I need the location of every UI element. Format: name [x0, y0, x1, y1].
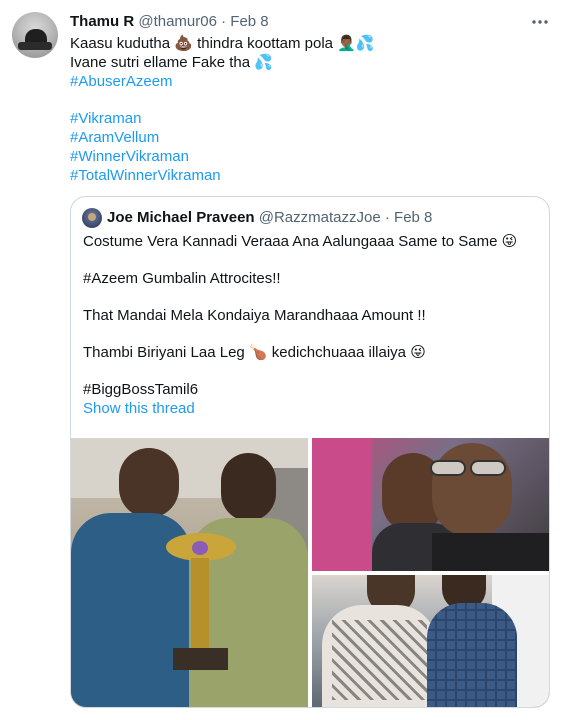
photo-group[interactable] — [312, 575, 549, 707]
tweet-line: Kaasu kudutha 💩 thindra koottam pola 🤦🏾‍… — [70, 35, 375, 52]
tweet-text: Kaasu kudutha 💩 thindra koottam pola 🤦🏾‍… — [70, 34, 550, 185]
tweet-date[interactable]: Feb 8 — [230, 13, 268, 30]
tweet-card[interactable]: Thamu R @thamur06 · Feb 8 Kaasu kudutha … — [0, 0, 566, 720]
hashtag-link[interactable]: #AbuserAzeem — [70, 72, 550, 91]
quoted-author-name[interactable]: Joe Michael Praveen — [107, 209, 255, 226]
hashtag-link[interactable]: #AramVellum — [70, 128, 550, 147]
quoted-tweet-header: Joe Michael Praveen @RazzmatazzJoe · Feb… — [107, 209, 432, 227]
author-handle[interactable]: @thamur06 — [138, 13, 217, 30]
hashtag-link[interactable]: #Vikraman — [70, 109, 550, 128]
tweet-line: Ivane sutri ellame Fake tha 💦 — [70, 54, 273, 71]
hashtag-link[interactable]: #WinnerVikraman — [70, 147, 550, 166]
hashtag-link[interactable]: #TotalWinnerVikraman — [70, 166, 550, 185]
quoted-tweet[interactable]: Joe Michael Praveen @RazzmatazzJoe · Feb… — [70, 196, 550, 708]
tweet-header: Thamu R @thamur06 · Feb 8 — [70, 13, 269, 31]
quoted-author-handle[interactable]: @RazzmatazzJoe — [259, 209, 381, 226]
quoted-line: Thambi Biriyani Laa Leg 🍗 kedichchuaaa i… — [83, 344, 426, 361]
quoted-tweet-date[interactable]: Feb 8 — [394, 209, 432, 226]
photo-selfie[interactable] — [312, 438, 549, 571]
quoted-line: Costume Vera Kannadi Veraaa Ana Aalungaa… — [83, 233, 518, 250]
quoted-tweet-text: Costume Vera Kannadi Veraaa Ana Aalungaa… — [83, 232, 539, 418]
quoted-line: #Azeem Gumbalin Attrocites!! — [83, 270, 281, 287]
author-name[interactable]: Thamu R — [70, 13, 134, 30]
quoted-author-avatar[interactable] — [82, 208, 102, 228]
header-separator: · — [216, 13, 231, 30]
media-grid — [71, 438, 549, 707]
show-thread-link[interactable]: Show this thread — [83, 399, 539, 418]
quoted-header-separator: · — [380, 209, 395, 226]
photo-trophy[interactable] — [71, 438, 308, 707]
quoted-hashtag: #BiggBossTamil6 — [83, 381, 199, 398]
author-avatar[interactable] — [12, 12, 58, 58]
quoted-line: That Mandai Mela Kondaiya Marandhaaa Amo… — [83, 307, 426, 324]
